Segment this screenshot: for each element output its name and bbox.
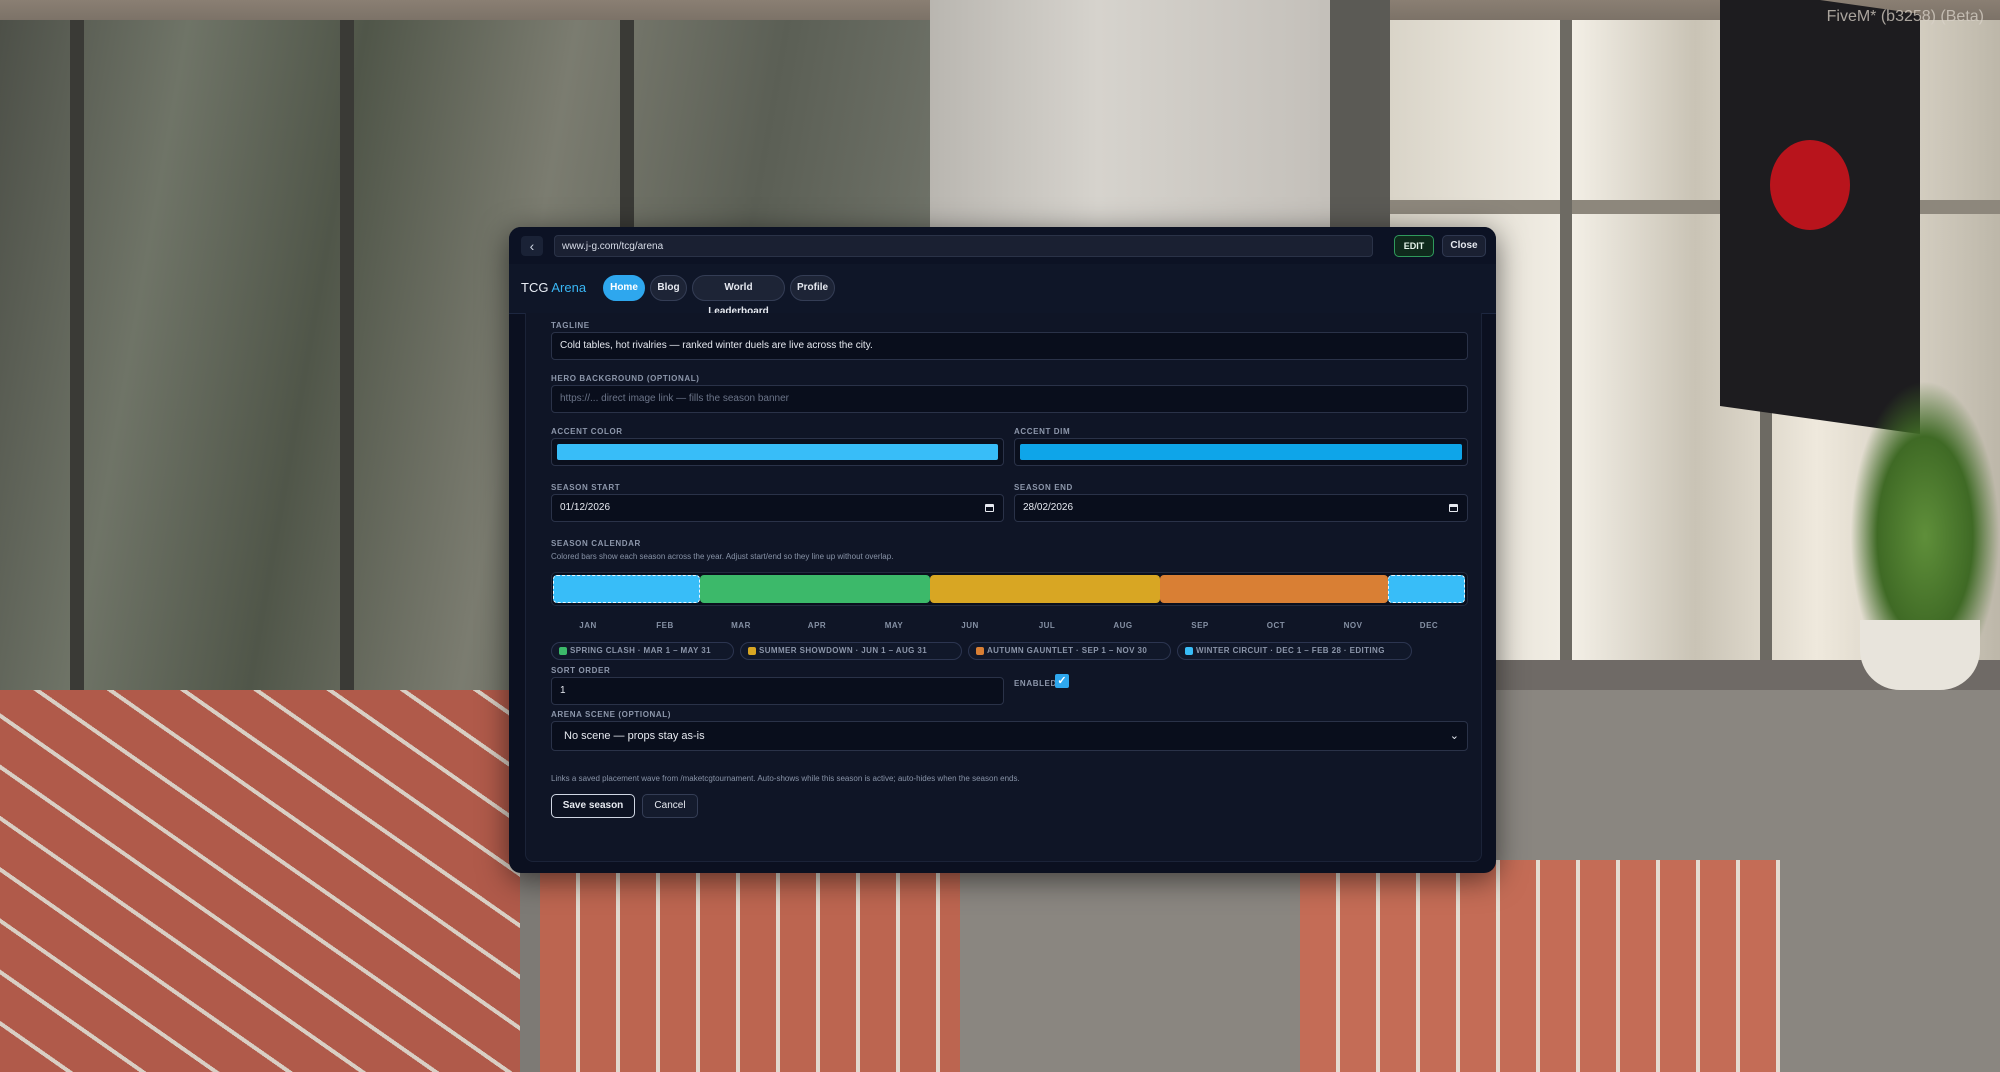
- season-start-label: SEASON START: [551, 483, 621, 492]
- month-label: MAR: [731, 621, 751, 630]
- tab-blog[interactable]: Blog: [650, 275, 687, 301]
- season-calendar-label: SEASON CALENDAR: [551, 539, 641, 548]
- hero-background-input[interactable]: https://... direct image link — fills th…: [551, 385, 1468, 413]
- legend-dot: [748, 647, 756, 655]
- close-button[interactable]: Close: [1442, 235, 1486, 257]
- accent-dim-swatch: [1020, 444, 1462, 460]
- legend-text: AUTUMN GAUNTLET · SEP 1 – NOV 30: [987, 646, 1148, 655]
- legend-text: SPRING CLASH · MAR 1 – MAY 31: [570, 646, 711, 655]
- month-label: SEP: [1191, 621, 1209, 630]
- url-bar: ‹ www.j-g.com/tcg/arena EDIT Close: [509, 227, 1496, 265]
- season-legend-summer[interactable]: SUMMER SHOWDOWN · JUN 1 – AUG 31: [740, 642, 962, 660]
- calendar-bar-summer[interactable]: [930, 575, 1160, 603]
- arena-scene-hint: Links a saved placement wave from /maket…: [551, 774, 1020, 783]
- potted-plant: [1850, 380, 2000, 640]
- month-label: AUG: [1113, 621, 1133, 630]
- url-input[interactable]: www.j-g.com/tcg/arena: [554, 235, 1373, 257]
- calendar-bar-autumn[interactable]: [1160, 575, 1388, 603]
- legend-text: WINTER CIRCUIT · DEC 1 – FEB 28 · EDITIN…: [1196, 646, 1385, 655]
- tagline-label: TAGLINE: [551, 321, 590, 330]
- season-end-label: SEASON END: [1014, 483, 1073, 492]
- accent-color-picker[interactable]: [551, 438, 1004, 466]
- month-label: MAY: [884, 621, 904, 630]
- legend-dot: [1185, 647, 1193, 655]
- in-game-browser: ‹ www.j-g.com/tcg/arena EDIT Close TCG A…: [509, 227, 1496, 873]
- season-start-input[interactable]: 01/12/2026: [551, 494, 1004, 522]
- month-label: APR: [807, 621, 827, 630]
- season-start-value: 01/12/2026: [560, 502, 611, 513]
- brand-main: TCG: [521, 280, 549, 295]
- arena-scene-label: ARENA SCENE (OPTIONAL): [551, 710, 672, 719]
- fivem-version-label: FiveM* (b3258) (Beta): [1826, 8, 1984, 25]
- accent-dim-label: ACCENT DIM: [1014, 427, 1071, 436]
- back-icon[interactable]: ‹: [521, 236, 543, 256]
- month-label: OCT: [1266, 621, 1286, 630]
- accent-color-swatch: [557, 444, 998, 460]
- month-label: DEC: [1419, 621, 1439, 630]
- save-season-button[interactable]: Save season: [551, 794, 635, 818]
- month-label: JUL: [1038, 621, 1056, 630]
- tab-world-leaderboard[interactable]: World Leaderboard: [692, 275, 785, 317]
- plant-pot: [1860, 620, 1980, 690]
- month-label: NOV: [1343, 621, 1363, 630]
- site-navbar: TCG Arena Home Blog World Leaderboard Pr…: [509, 264, 1496, 317]
- calendar-bar-winter-start[interactable]: [553, 575, 700, 603]
- sort-order-input[interactable]: 1: [551, 677, 1004, 705]
- month-label: FEB: [656, 621, 674, 630]
- legend-text: SUMMER SHOWDOWN · JUN 1 – AUG 31: [759, 646, 928, 655]
- season-legend-spring[interactable]: SPRING CLASH · MAR 1 – MAY 31: [551, 642, 734, 660]
- arena-scene-value: No scene — props stay as-is: [564, 730, 705, 742]
- enabled-checkbox[interactable]: ✓: [1055, 674, 1069, 688]
- enabled-label: ENABLED: [1014, 679, 1057, 688]
- season-editor-form: TAGLINE Cold tables, hot rivalries — ran…: [525, 313, 1482, 862]
- tagline-input[interactable]: Cold tables, hot rivalries — ranked wint…: [551, 332, 1468, 360]
- season-end-value: 28/02/2026: [1023, 502, 1074, 513]
- month-label: JUN: [961, 621, 979, 630]
- season-legend-autumn[interactable]: AUTUMN GAUNTLET · SEP 1 – NOV 30: [968, 642, 1171, 660]
- calendar-bar-spring[interactable]: [700, 575, 930, 603]
- season-end-input[interactable]: 28/02/2026: [1014, 494, 1468, 522]
- site-brand[interactable]: TCG Arena: [521, 280, 586, 295]
- calendar-icon[interactable]: [985, 504, 994, 512]
- brand-accent: Arena: [551, 280, 587, 295]
- calendar-icon[interactable]: [1449, 504, 1458, 512]
- tab-home[interactable]: Home: [603, 275, 645, 301]
- season-legend-winter[interactable]: WINTER CIRCUIT · DEC 1 – FEB 28 · EDITIN…: [1177, 642, 1412, 660]
- chevron-down-icon: ⌄: [1449, 730, 1459, 742]
- banner-emblem: [1770, 140, 1850, 230]
- tiled-floor: [0, 690, 520, 1072]
- tab-profile[interactable]: Profile: [790, 275, 835, 301]
- sort-order-label: SORT ORDER: [551, 666, 611, 675]
- hero-background-label: HERO BACKGROUND (OPTIONAL): [551, 374, 700, 383]
- calendar-bar-winter-end[interactable]: [1388, 575, 1465, 603]
- tiled-floor: [540, 840, 960, 1072]
- door-frame: [340, 20, 354, 700]
- accent-color-label: ACCENT COLOR: [551, 427, 623, 436]
- door-frame: [70, 20, 84, 700]
- window-post: [1560, 20, 1572, 660]
- legend-dot: [559, 647, 567, 655]
- cancel-button[interactable]: Cancel: [642, 794, 698, 818]
- edit-button[interactable]: EDIT: [1394, 235, 1434, 257]
- season-calendar-track: [551, 572, 1468, 606]
- accent-dim-picker[interactable]: [1014, 438, 1468, 466]
- tiled-floor: [1300, 860, 1780, 1072]
- arena-scene-select[interactable]: No scene — props stay as-is ⌄: [551, 721, 1468, 751]
- legend-dot: [976, 647, 984, 655]
- season-calendar-hint: Colored bars show each season across the…: [551, 552, 894, 561]
- month-label: JAN: [579, 621, 597, 630]
